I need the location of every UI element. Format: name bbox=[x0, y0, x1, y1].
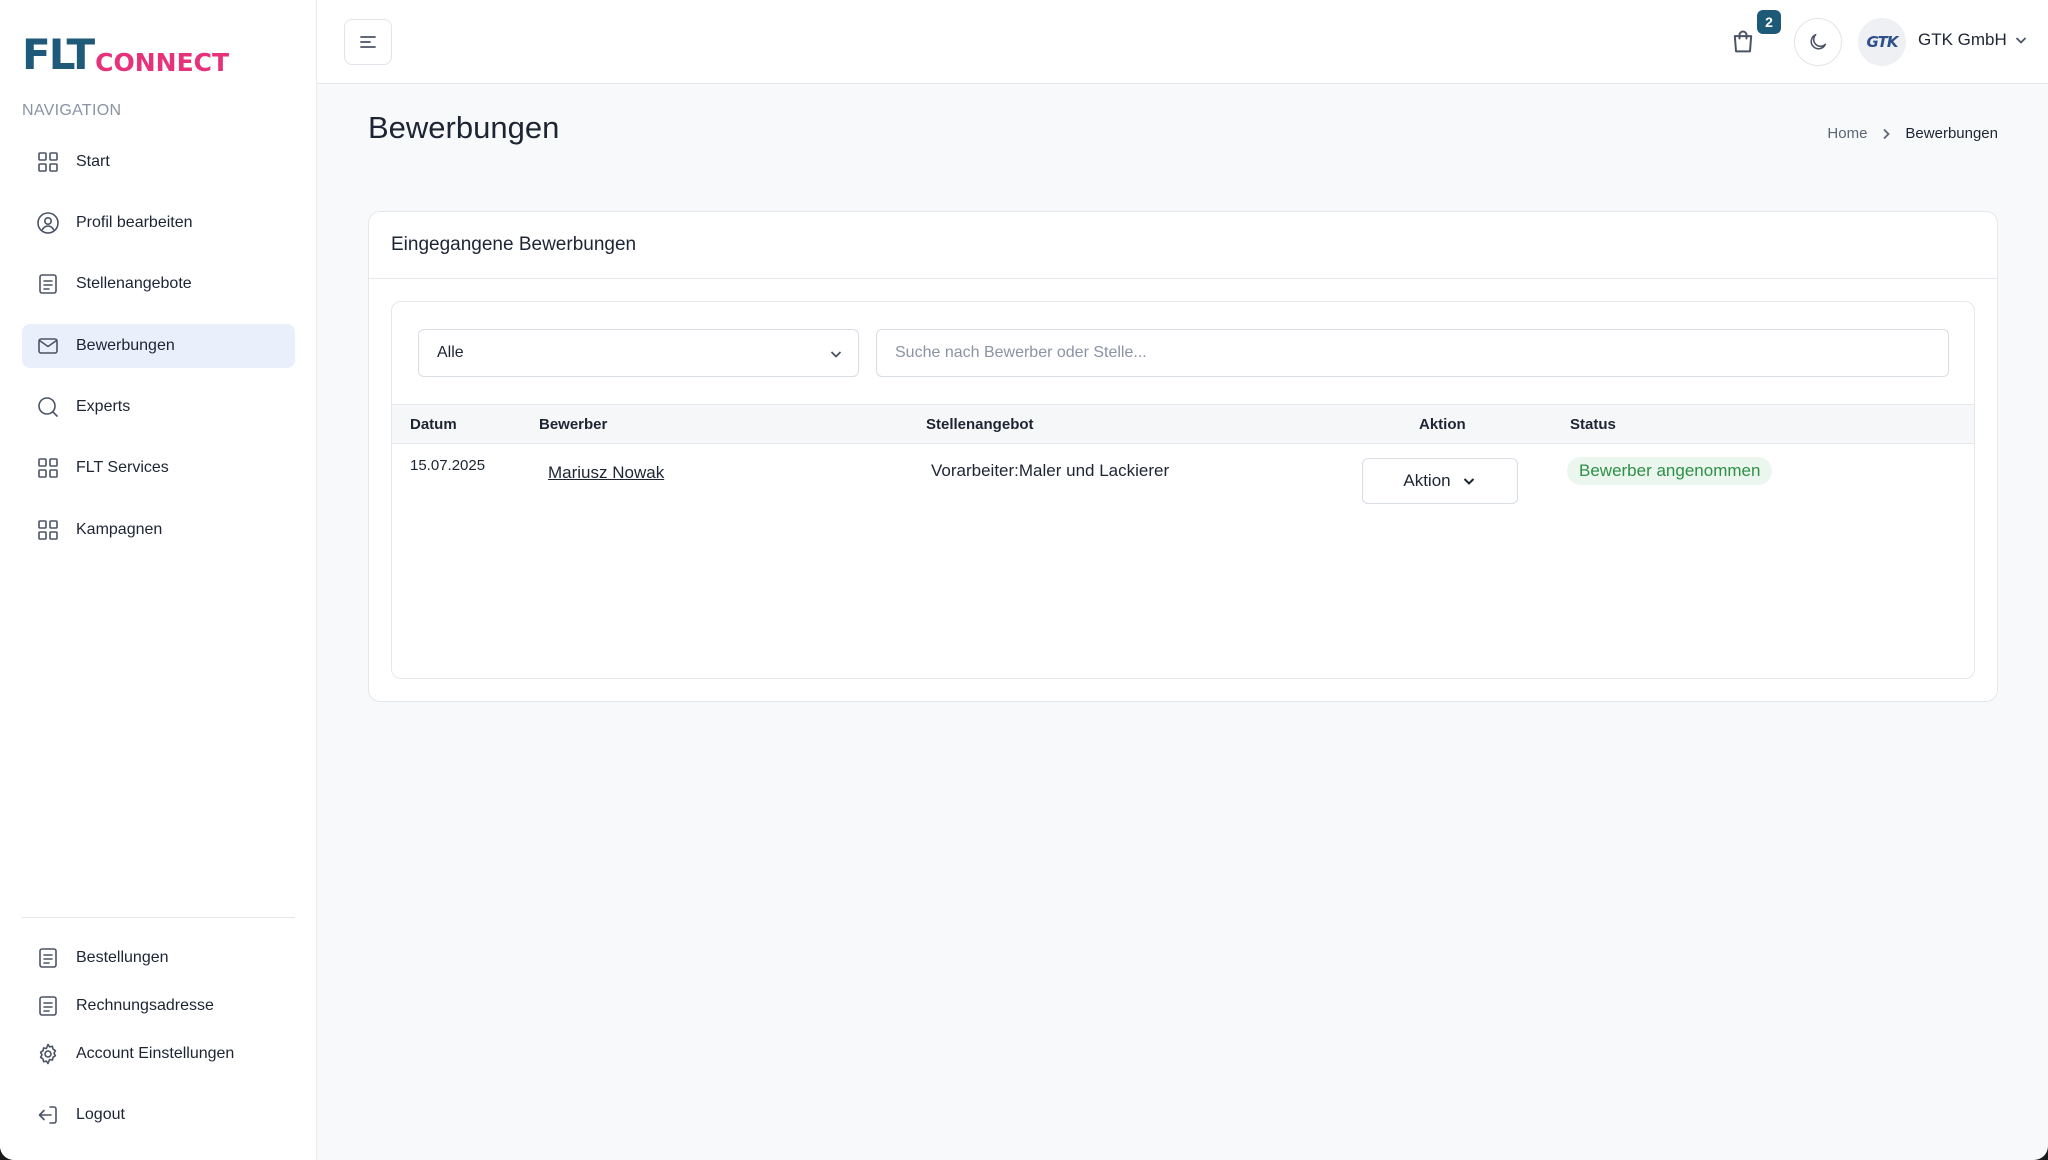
mail-icon bbox=[36, 334, 60, 358]
sidebar-divider bbox=[22, 917, 295, 918]
shopping-bag-icon bbox=[1733, 30, 1753, 53]
sidebar-item-rechnungsadresse[interactable]: Rechnungsadresse bbox=[22, 984, 295, 1028]
moon-icon bbox=[1810, 33, 1827, 50]
user-circle-icon bbox=[36, 211, 60, 235]
grid-icon bbox=[36, 150, 60, 174]
nav-section-title: NAVIGATION bbox=[22, 102, 122, 119]
sidebar-item-stellenangebote[interactable]: Stellenangebote bbox=[22, 262, 295, 306]
applications-table-panel: Alle Datum Bewerber Stellenangebot Aktio… bbox=[391, 301, 1975, 679]
sidebar: FLT CONNECT NAVIGATION Start Profil bear… bbox=[0, 0, 317, 1160]
document-icon bbox=[36, 946, 60, 970]
top-header: 2 GTK GTK GmbH bbox=[317, 0, 2048, 84]
grid-icon bbox=[36, 518, 60, 542]
sidebar-item-label: Bestellungen bbox=[76, 949, 169, 966]
sidebar-item-label: Account Einstellungen bbox=[76, 1045, 235, 1062]
theme-toggle-button[interactable] bbox=[1794, 18, 1842, 66]
applications-card: Eingegangene Bewerbungen Alle Datum Bewe… bbox=[368, 211, 1998, 702]
sidebar-item-label: Rechnungsadresse bbox=[76, 997, 214, 1014]
action-dropdown-button[interactable]: Aktion bbox=[1362, 458, 1518, 504]
logo-sub-text: CONNECT bbox=[95, 48, 230, 77]
sidebar-item-label: Logout bbox=[76, 1106, 125, 1123]
column-header-datum[interactable]: Datum bbox=[410, 416, 457, 433]
column-header-bewerber[interactable]: Bewerber bbox=[539, 416, 607, 433]
flt-connect-logo[interactable]: FLT CONNECT bbox=[22, 30, 229, 76]
table-header: Datum Bewerber Stellenangebot Aktion Sta… bbox=[392, 404, 1974, 444]
app-window: FLT CONNECT NAVIGATION Start Profil bear… bbox=[0, 0, 2048, 1160]
menu-icon bbox=[360, 36, 376, 48]
chevron-down-icon bbox=[1463, 478, 1474, 485]
cart-count-badge: 2 bbox=[1757, 10, 1781, 34]
company-name: GTK GmbH bbox=[1918, 30, 2007, 49]
sidebar-item-experts[interactable]: Experts bbox=[22, 385, 295, 429]
menu-toggle-button[interactable] bbox=[344, 19, 392, 65]
action-button-label: Aktion bbox=[1403, 471, 1451, 490]
job-offer-title: Vorarbeiter:Maler und Lackierer bbox=[931, 461, 1170, 480]
status-filter-value: Alle bbox=[437, 344, 464, 361]
sidebar-item-kampagnen[interactable]: Kampagnen bbox=[22, 508, 295, 552]
chevron-down-icon bbox=[2015, 37, 2026, 44]
sidebar-item-bestellungen[interactable]: Bestellungen bbox=[22, 936, 295, 980]
table-row: 15.07.2025 Mariusz Nowak Vorarbeiter:Mal… bbox=[392, 445, 1974, 515]
column-header-stellenangebot[interactable]: Stellenangebot bbox=[926, 416, 1034, 433]
sidebar-item-label: Stellenangebote bbox=[76, 275, 192, 292]
chevron-right-icon bbox=[1883, 128, 1891, 139]
search-input[interactable] bbox=[876, 329, 1949, 377]
applicant-name-link[interactable]: Mariusz Nowak bbox=[548, 463, 664, 483]
page-title: Bewerbungen bbox=[368, 110, 560, 145]
search-icon bbox=[36, 395, 60, 419]
sidebar-item-profil-bearbeiten[interactable]: Profil bearbeiten bbox=[22, 201, 295, 245]
status-filter-select[interactable]: Alle bbox=[418, 329, 859, 377]
column-header-aktion: Aktion bbox=[1419, 416, 1466, 433]
breadcrumb-current: Bewerbungen bbox=[1905, 125, 1998, 142]
sidebar-item-label: Profil bearbeiten bbox=[76, 214, 193, 231]
sidebar-item-bewerbungen[interactable]: Bewerbungen bbox=[22, 324, 295, 368]
sidebar-item-flt-services[interactable]: FLT Services bbox=[22, 446, 295, 490]
sidebar-item-label: Bewerbungen bbox=[76, 337, 175, 354]
document-icon bbox=[36, 272, 60, 296]
cart-button[interactable] bbox=[1727, 26, 1759, 58]
sidebar-item-account-einstellungen[interactable]: Account Einstellungen bbox=[22, 1032, 295, 1076]
sidebar-item-label: Kampagnen bbox=[76, 521, 163, 538]
logout-icon bbox=[36, 1103, 60, 1127]
grid-icon bbox=[36, 456, 60, 480]
document-icon bbox=[36, 994, 60, 1018]
column-header-status[interactable]: Status bbox=[1570, 416, 1616, 433]
breadcrumb: Home Bewerbungen bbox=[1827, 125, 1998, 142]
sidebar-item-label: Experts bbox=[76, 398, 131, 415]
card-title: Eingegangene Bewerbungen bbox=[369, 212, 1997, 279]
sidebar-item-label: Start bbox=[76, 153, 110, 170]
breadcrumb-home-link[interactable]: Home bbox=[1827, 125, 1867, 142]
sidebar-item-logout[interactable]: Logout bbox=[22, 1093, 295, 1137]
avatar[interactable]: GTK bbox=[1858, 18, 1906, 66]
chevron-down-icon bbox=[830, 351, 842, 358]
status-badge: Bewerber angenommen bbox=[1567, 457, 1773, 485]
sidebar-item-start[interactable]: Start bbox=[22, 140, 295, 184]
avatar-logo-text: GTK bbox=[1866, 33, 1899, 51]
account-menu[interactable]: GTK GmbH bbox=[1918, 30, 2029, 50]
gear-icon bbox=[36, 1042, 60, 1066]
sidebar-item-label: FLT Services bbox=[76, 459, 169, 476]
logo-main-text: FLT bbox=[22, 30, 95, 79]
application-date: 15.07.2025 bbox=[410, 457, 486, 474]
